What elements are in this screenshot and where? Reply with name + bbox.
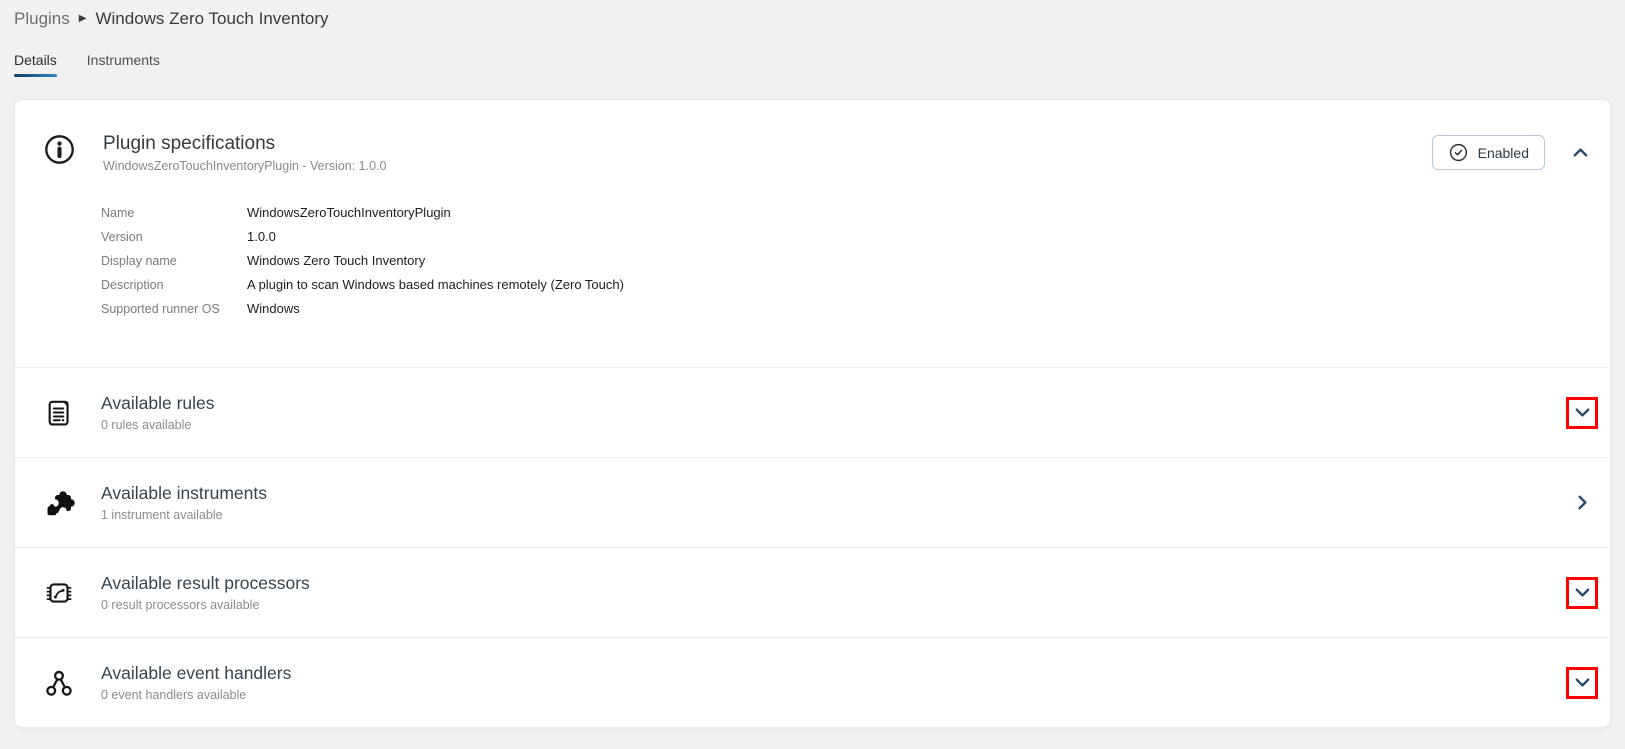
field-row-name: Name WindowsZeroTouchInventoryPlugin <box>101 201 1610 225</box>
chevron-up-icon <box>1569 141 1592 164</box>
section-subtitle: 0 result processors available <box>101 598 310 612</box>
breadcrumb: Plugins ▶ Windows Zero Touch Inventory <box>14 0 1611 29</box>
section-title: Available result processors <box>101 573 310 594</box>
field-value: A plugin to scan Windows based machines … <box>247 273 624 296</box>
field-value: WindowsZeroTouchInventoryPlugin <box>247 201 451 224</box>
spec-section-subtitle: WindowsZeroTouchInventoryPlugin - Versio… <box>103 159 386 173</box>
spec-fields-list: Name WindowsZeroTouchInventoryPlugin Ver… <box>15 173 1610 367</box>
chevron-right-icon <box>1571 491 1594 514</box>
field-row-version: Version 1.0.0 <box>101 225 1610 249</box>
enabled-status-badge[interactable]: Enabled <box>1432 135 1545 170</box>
field-value: Windows Zero Touch Inventory <box>247 249 425 272</box>
section-title: Available event handlers <box>101 663 291 684</box>
plugin-details-page: Plugins ▶ Windows Zero Touch Inventory D… <box>0 0 1625 728</box>
section-subtitle: 0 event handlers available <box>101 688 291 702</box>
section-available-instruments[interactable]: Available instruments 1 instrument avail… <box>15 457 1610 547</box>
field-label: Description <box>101 274 247 297</box>
rules-document-icon <box>43 397 75 429</box>
chevron-down-icon <box>1571 671 1594 694</box>
collapse-section-button[interactable] <box>1564 136 1596 168</box>
field-row-display-name: Display name Windows Zero Touch Inventor… <box>101 249 1610 273</box>
tab-bar: Details Instruments <box>14 52 1611 77</box>
expand-event-handlers-button[interactable] <box>1566 667 1598 699</box>
field-label: Name <box>101 202 247 225</box>
open-instruments-button[interactable] <box>1566 487 1598 519</box>
chevron-down-icon <box>1571 581 1594 604</box>
field-label: Version <box>101 226 247 249</box>
chevron-down-icon <box>1571 401 1594 424</box>
breadcrumb-separator-icon: ▶ <box>79 14 87 24</box>
check-circle-icon <box>1448 142 1469 163</box>
field-row-description: Description A plugin to scan Windows bas… <box>101 273 1610 297</box>
info-circle-icon <box>43 133 76 166</box>
hierarchy-icon <box>43 667 75 699</box>
section-available-result-processors[interactable]: Available result processors 0 result pro… <box>15 547 1610 637</box>
plugin-specifications-header: Plugin specifications WindowsZeroTouchIn… <box>15 100 1610 173</box>
section-subtitle: 0 rules available <box>101 418 215 432</box>
section-available-rules[interactable]: Available rules 0 rules available <box>15 367 1610 457</box>
breadcrumb-plugins-link[interactable]: Plugins <box>14 9 70 29</box>
field-label: Display name <box>101 250 247 273</box>
field-label: Supported runner OS <box>101 298 247 321</box>
expand-rules-button[interactable] <box>1566 397 1598 429</box>
spec-section-title: Plugin specifications <box>103 133 386 155</box>
section-subtitle: 1 instrument available <box>101 508 267 522</box>
plugin-card: Plugin specifications WindowsZeroTouchIn… <box>14 99 1611 728</box>
field-value: 1.0.0 <box>247 225 276 248</box>
field-row-supported-runner-os: Supported runner OS Windows <box>101 297 1610 321</box>
tab-instruments[interactable]: Instruments <box>87 52 160 77</box>
section-title: Available rules <box>101 393 215 414</box>
enabled-status-label: Enabled <box>1478 145 1529 161</box>
chip-icon <box>43 577 75 609</box>
tab-details[interactable]: Details <box>14 52 57 77</box>
section-available-event-handlers[interactable]: Available event handlers 0 event handler… <box>15 637 1610 727</box>
section-title: Available instruments <box>101 483 267 504</box>
field-value: Windows <box>247 297 300 320</box>
puzzle-icon <box>43 487 75 519</box>
page-title: Windows Zero Touch Inventory <box>95 9 328 29</box>
expand-result-processors-button[interactable] <box>1566 577 1598 609</box>
